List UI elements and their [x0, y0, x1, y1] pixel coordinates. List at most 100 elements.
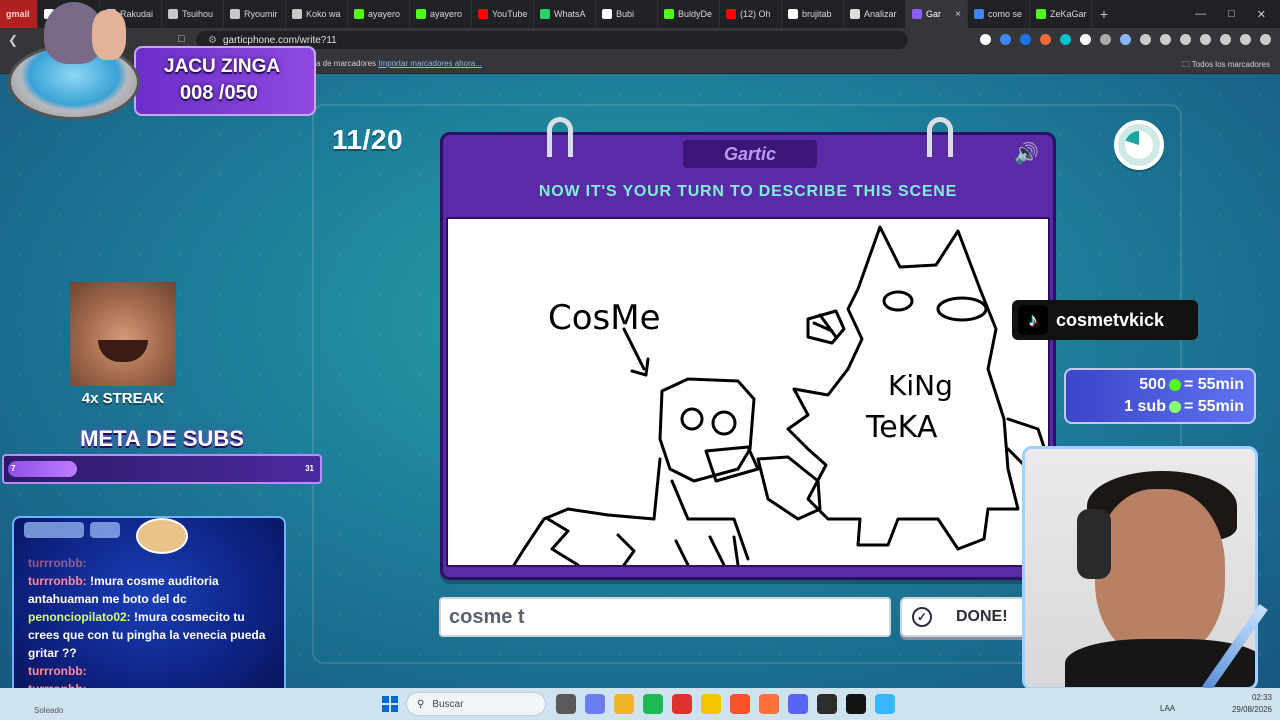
- chat-message: turrronbb:: [28, 554, 278, 572]
- check-icon: ✓: [912, 607, 932, 627]
- tab-label: (12) Oh: [740, 9, 771, 19]
- tab-favicon-icon: [602, 9, 612, 19]
- taskbar-search[interactable]: ⚲ Buscar: [406, 692, 546, 716]
- browser-tab[interactable]: ZeKaGar: [1030, 0, 1092, 28]
- browser-tab[interactable]: como se: [968, 0, 1030, 28]
- extension-icon[interactable]: [980, 34, 991, 45]
- new-tab-button[interactable]: +: [1092, 0, 1116, 28]
- taskbar-app-icon[interactable]: [846, 694, 866, 714]
- browser-tab[interactable]: brujitab: [782, 0, 844, 28]
- maximize-icon[interactable]: □: [1228, 8, 1235, 21]
- browser-tab[interactable]: (12) Oh: [720, 0, 782, 28]
- drawing-label-teka: TeKA: [865, 410, 938, 445]
- clock[interactable]: 02:33 29/08/2026: [1232, 692, 1272, 716]
- browser-tab[interactable]: BuldyDe: [658, 0, 720, 28]
- tab-favicon-icon: [726, 9, 736, 19]
- extension-icon[interactable]: [1160, 34, 1171, 45]
- tab-favicon-icon: [416, 9, 426, 19]
- taskbar-app-icon[interactable]: [730, 694, 750, 714]
- tab-label: brujitab: [802, 9, 832, 19]
- tab-label: YouTube: [492, 9, 528, 19]
- tab-favicon-icon: [912, 9, 922, 19]
- promo-sub-value: = 55min: [1183, 398, 1244, 415]
- tab-favicon-icon: [850, 9, 860, 19]
- extension-icon[interactable]: [1180, 34, 1191, 45]
- cosme-feet: [546, 517, 740, 565]
- timer-icon: [1114, 120, 1164, 170]
- chat-messages: turrronbb: turrronbb: !mura cosme audito…: [28, 554, 278, 698]
- extension-icon[interactable]: [1260, 34, 1271, 45]
- chat-username: penonciopilato02:: [28, 610, 131, 624]
- tiktok-handle: cosmetvkick: [1056, 309, 1165, 330]
- windows-start-icon[interactable]: [382, 696, 398, 712]
- extension-icon[interactable]: [1020, 34, 1031, 45]
- taskbar-app-icon[interactable]: [875, 694, 895, 714]
- extension-icon[interactable]: [1080, 34, 1091, 45]
- chat-username: turrronbb:: [28, 556, 87, 570]
- sub-goal-fill: [8, 461, 77, 477]
- all-bookmarks-button[interactable]: 🗀 Todos los marcadores: [1182, 59, 1270, 73]
- language-indicator[interactable]: LAA: [1160, 704, 1175, 713]
- extension-icon[interactable]: [1200, 34, 1211, 45]
- drawing-svg: CosMe KiNg TeKA: [512, 225, 1050, 565]
- promo-line-sub: 1 sub = 55min: [1124, 398, 1244, 416]
- taskbar-app-icon[interactable]: [614, 694, 634, 714]
- tab-label: Gar: [926, 9, 942, 19]
- drawing-label-king: KiNg: [888, 369, 953, 402]
- streamer-badge: JACU ZINGA 008 /050: [4, 0, 316, 120]
- binder-ring-left: [547, 117, 573, 157]
- browser-tab[interactable]: WhatsA: [534, 0, 596, 28]
- tab-favicon-icon: [664, 9, 674, 19]
- extension-icon[interactable]: [1140, 34, 1151, 45]
- done-button[interactable]: ✓ DONE!: [900, 597, 1036, 637]
- headset-icon: [1077, 509, 1111, 579]
- extension-icon[interactable]: [1040, 34, 1051, 45]
- taskbar-app-icon[interactable]: [672, 694, 692, 714]
- tab-label: Bubi: [616, 9, 635, 19]
- promo-line-kicks: 500 = 55min: [1139, 376, 1244, 394]
- browser-tab[interactable]: ayayero: [348, 0, 410, 28]
- cosme-mouth: [704, 445, 760, 483]
- taskbar-app-icon[interactable]: [817, 694, 837, 714]
- tab-favicon-icon: [478, 9, 488, 19]
- windows-taskbar: Soleado ⚲ Buscar LAA 02:33 29/08/2026: [0, 688, 1280, 720]
- search-icon: ⚲: [417, 698, 425, 710]
- cosme-eye-left: [680, 407, 704, 431]
- taskbar-app-icon[interactable]: [701, 694, 721, 714]
- extension-icon[interactable]: [1240, 34, 1251, 45]
- stream-chat: turrronbb: turrronbb: !mura cosme audito…: [12, 516, 286, 710]
- import-bookmarks-link[interactable]: Importar marcadores ahora...: [378, 59, 482, 68]
- browser-tab[interactable]: YouTube: [472, 0, 534, 28]
- extension-icon[interactable]: [1060, 34, 1071, 45]
- cosme-head: [658, 377, 756, 483]
- extension-icon[interactable]: [1000, 34, 1011, 45]
- taskbar-apps: [556, 694, 895, 714]
- browser-tab[interactable]: Analizar: [844, 0, 906, 28]
- close-window-icon[interactable]: ✕: [1257, 8, 1266, 21]
- extension-icon[interactable]: [1220, 34, 1231, 45]
- gartic-logo: Gartic: [683, 140, 817, 168]
- taskbar-app-icon[interactable]: [788, 694, 808, 714]
- tab-label: ayayero: [368, 9, 401, 19]
- taskbar-app-icon[interactable]: [585, 694, 605, 714]
- binder-ring-right: [927, 117, 953, 157]
- streamer-count: 008 /050: [180, 82, 258, 104]
- browser-tab[interactable]: Bubi: [596, 0, 658, 28]
- taskbar-app-icon[interactable]: [643, 694, 663, 714]
- close-tab-icon[interactable]: ×: [955, 9, 961, 20]
- browser-tab[interactable]: ayayero: [410, 0, 472, 28]
- volume-icon[interactable]: 🔊: [1014, 141, 1039, 166]
- tab-label: WhatsA: [554, 9, 586, 19]
- browser-tab[interactable]: Gar ×: [906, 0, 968, 28]
- extension-icon[interactable]: [1100, 34, 1111, 45]
- description-input[interactable]: [439, 597, 891, 637]
- extension-icon[interactable]: [1120, 34, 1131, 45]
- sub-gem-icon: [1168, 400, 1181, 413]
- tab-label: Analizar: [864, 9, 897, 19]
- taskbar-app-icon[interactable]: [759, 694, 779, 714]
- cosme-arm: [756, 455, 822, 521]
- tab-label: ZeKaGar: [1050, 9, 1087, 19]
- weather-label: Soleado: [34, 706, 64, 715]
- minimize-icon[interactable]: —: [1195, 8, 1206, 21]
- taskbar-app-icon[interactable]: [556, 694, 576, 714]
